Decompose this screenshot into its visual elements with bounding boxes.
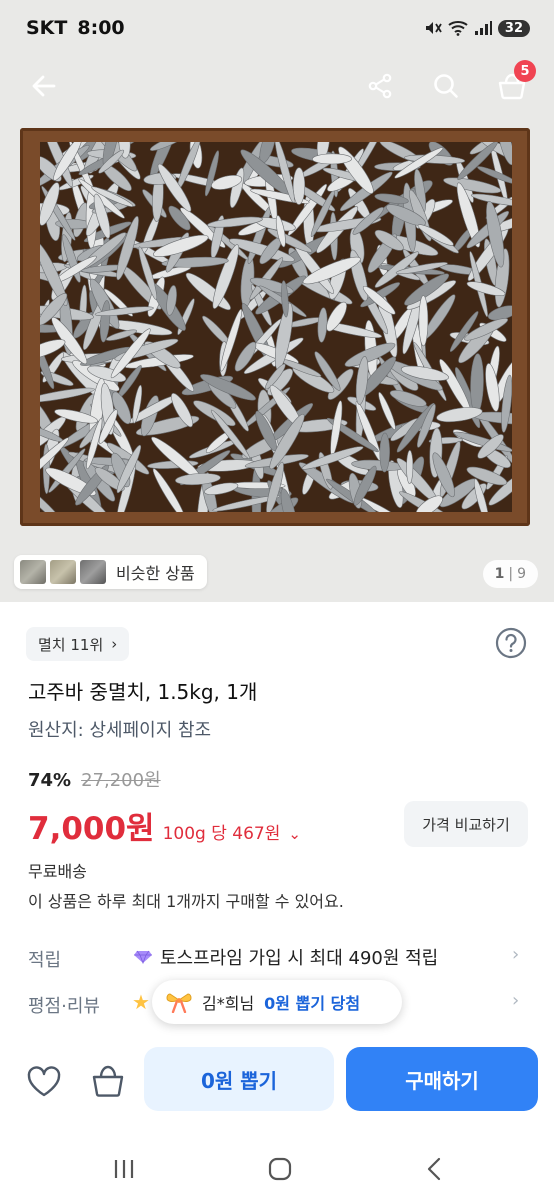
carrier-label: SKT bbox=[26, 17, 68, 39]
unit-price[interactable]: 100g 당 467원 bbox=[163, 819, 281, 844]
chevron-left-icon bbox=[427, 1157, 441, 1181]
discount-rate: 74% bbox=[28, 770, 72, 791]
like-button[interactable] bbox=[24, 1062, 64, 1102]
chevron-right-icon[interactable]: › bbox=[512, 944, 519, 965]
question-icon bbox=[495, 627, 527, 659]
buy-now-button[interactable]: 구매하기 bbox=[346, 1047, 538, 1111]
cart-button[interactable]: 5 bbox=[492, 60, 536, 106]
recents-icon bbox=[114, 1160, 134, 1178]
shipping-info: 무료배송 bbox=[28, 862, 87, 881]
search-button[interactable] bbox=[426, 66, 466, 106]
similar-thumbnail bbox=[50, 560, 76, 584]
basket-icon bbox=[92, 1065, 124, 1097]
similar-products-button[interactable]: 비슷한 상품 bbox=[14, 555, 207, 589]
anchovy-pile-graphic bbox=[40, 142, 512, 512]
ribbon-icon bbox=[166, 993, 192, 1013]
similar-products-label: 비슷한 상품 bbox=[116, 564, 195, 583]
top-app-bar: 5 bbox=[0, 56, 554, 118]
chevron-down-icon[interactable]: ⌄ bbox=[288, 825, 301, 843]
cart-count-badge: 5 bbox=[514, 60, 536, 82]
reward-value-text: 토스프라임 가입 시 최대 490원 적립 bbox=[160, 948, 439, 969]
review-label: 평점·리뷰 bbox=[28, 996, 100, 1017]
product-origin: 원산지: 상세페이지 참조 bbox=[28, 720, 212, 741]
page-total: 9 bbox=[517, 566, 526, 582]
purchase-limit-note: 이 상품은 하루 최대 1개까지 구매할 수 있어요. bbox=[28, 892, 344, 911]
recents-button[interactable] bbox=[104, 1154, 144, 1184]
search-icon bbox=[434, 74, 458, 98]
reward-label: 적립 bbox=[28, 950, 62, 971]
back-button[interactable] bbox=[24, 66, 64, 106]
product-title: 고주바 중멸치, 1.5kg, 1개 bbox=[28, 680, 258, 704]
price-compare-button[interactable]: 가격 비교하기 bbox=[404, 801, 528, 847]
category-rank-chip[interactable]: 멸치 11위 › bbox=[26, 627, 130, 661]
heart-icon bbox=[27, 1066, 61, 1097]
original-price: 27,200원 bbox=[81, 770, 161, 791]
chevron-right-icon[interactable]: › bbox=[512, 990, 519, 1011]
anchovies-photo bbox=[40, 142, 512, 512]
page-current: 1 bbox=[494, 566, 505, 582]
draw-winner-toast: 김*희님 0원 뽑기 당첨 bbox=[152, 980, 402, 1024]
chevron-right-icon: › bbox=[111, 635, 118, 653]
clock: 8:00 bbox=[77, 17, 125, 39]
mute-icon bbox=[425, 22, 442, 34]
system-navigation-bar bbox=[0, 1140, 554, 1200]
status-bar: SKT 8:00 32 bbox=[0, 0, 554, 56]
discount-row: 74% 27,200원 bbox=[28, 766, 161, 792]
rank-label: 멸치 11위 bbox=[38, 635, 104, 654]
image-page-indicator: 1 | 9 bbox=[482, 560, 538, 588]
add-to-cart-button[interactable] bbox=[88, 1062, 128, 1102]
sale-price: 7,000원 bbox=[28, 811, 155, 847]
share-icon bbox=[368, 73, 392, 99]
home-button[interactable] bbox=[260, 1154, 300, 1184]
arrow-left-icon bbox=[32, 75, 56, 97]
share-button[interactable] bbox=[360, 66, 400, 106]
home-icon bbox=[268, 1157, 292, 1181]
wooden-tray bbox=[20, 128, 530, 526]
toast-description: 0원 뽑기 당첨 bbox=[264, 994, 361, 1013]
signal-icon bbox=[474, 21, 492, 35]
wifi-icon bbox=[448, 21, 468, 36]
help-button[interactable] bbox=[494, 626, 528, 660]
system-back-button[interactable] bbox=[414, 1154, 454, 1184]
toast-winner-name: 김*희님 bbox=[202, 994, 255, 1013]
page-separator: | bbox=[508, 566, 514, 582]
similar-thumbnail bbox=[20, 560, 46, 584]
prime-gem-icon bbox=[134, 950, 152, 964]
zero-won-draw-button[interactable]: 0원 뽑기 bbox=[144, 1047, 334, 1111]
similar-thumbnail bbox=[80, 560, 106, 584]
battery-indicator: 32 bbox=[497, 19, 530, 37]
bottom-action-bar: 0원 뽑기 구매하기 bbox=[0, 1032, 554, 1132]
reward-row[interactable]: 토스프라임 가입 시 최대 490원 적립 bbox=[134, 944, 438, 970]
price-row: 7,000원 100g 당 467원 ⌄ bbox=[28, 803, 301, 848]
star-icon: ★ bbox=[132, 990, 150, 1014]
